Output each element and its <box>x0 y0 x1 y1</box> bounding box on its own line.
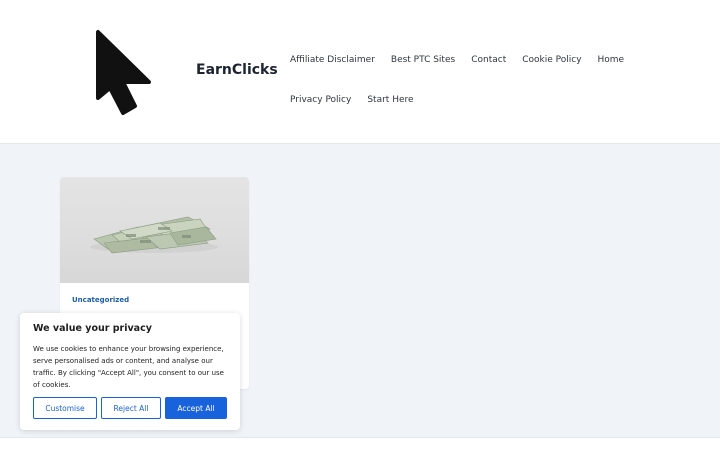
footer <box>0 437 720 450</box>
nav-row-2: Privacy Policy Start Here <box>290 80 610 120</box>
post-category-link[interactable]: Uncategorized <box>72 296 129 304</box>
cookie-banner-text: We use cookies to enhance your browsing … <box>33 345 224 389</box>
nav-link-privacy-policy[interactable]: Privacy Policy <box>290 95 351 105</box>
customise-button[interactable]: Customise <box>33 397 97 419</box>
post-thumbnail[interactable] <box>60 177 249 283</box>
cookie-consent-banner: We value your privacy We use cookies to … <box>20 313 240 430</box>
nav-link-home[interactable]: Home <box>598 55 625 65</box>
nav-link-cookie-policy[interactable]: Cookie Policy <box>522 55 581 65</box>
money-stack-image <box>90 216 218 254</box>
cookie-banner-title: We value your privacy <box>33 323 152 334</box>
nav-link-best-ptc-sites[interactable]: Best PTC Sites <box>391 55 455 65</box>
cursor-arrow-icon[interactable] <box>94 28 154 116</box>
nav-row-1: Affiliate Disclaimer Best PTC Sites Cont… <box>290 40 624 80</box>
reject-all-button[interactable]: Reject All <box>101 397 161 419</box>
nav-link-contact[interactable]: Contact <box>471 55 506 65</box>
nav-link-affiliate-disclaimer[interactable]: Affiliate Disclaimer <box>290 55 375 65</box>
cookie-button-group: Customise Reject All Accept All <box>33 397 227 419</box>
accept-all-button[interactable]: Accept All <box>165 397 227 419</box>
site-title[interactable]: EarnClicks <box>196 62 278 78</box>
nav-link-start-here[interactable]: Start Here <box>367 95 413 105</box>
site-header: EarnClicks Affiliate Disclaimer Best PTC… <box>0 0 720 144</box>
primary-navigation: Affiliate Disclaimer Best PTC Sites Cont… <box>290 40 624 120</box>
